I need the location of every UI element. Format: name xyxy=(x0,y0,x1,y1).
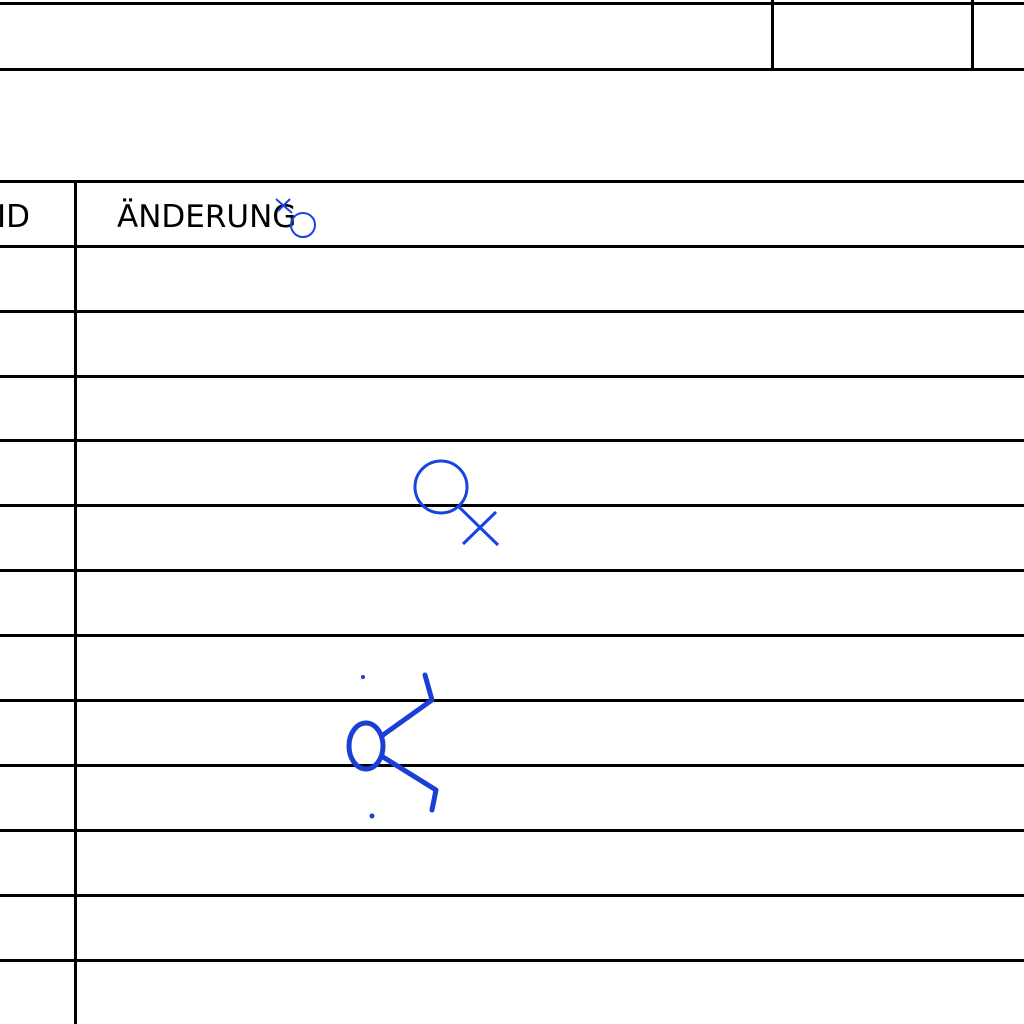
head-circle-mark xyxy=(346,720,386,772)
small-circle-mark xyxy=(290,212,316,238)
stick-figure-sketch xyxy=(346,672,439,819)
small-cursor-marker xyxy=(275,198,316,238)
female-symbol-mark xyxy=(413,459,500,547)
annotation-layer xyxy=(275,198,500,819)
stroke-mark xyxy=(456,504,500,547)
lower-limb-mark xyxy=(380,754,439,813)
dot-mark xyxy=(361,675,365,679)
upper-limb-mark xyxy=(380,672,435,738)
dot-mark xyxy=(369,813,375,819)
